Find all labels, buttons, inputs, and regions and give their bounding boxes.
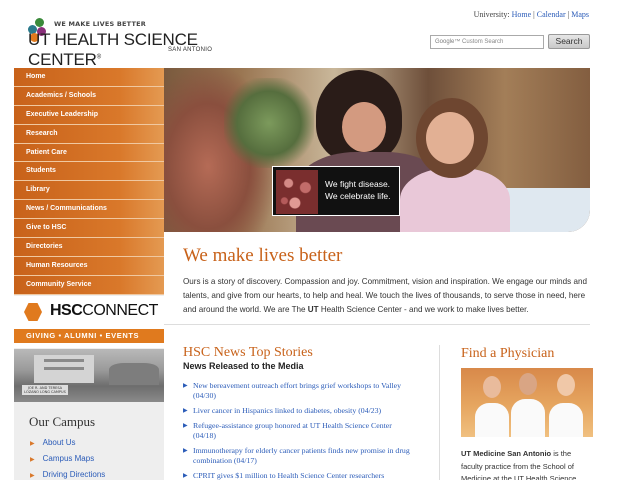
nav-item-home[interactable]: Home [14,68,164,87]
search-button[interactable]: Search [548,34,590,49]
news-item[interactable]: ▶ Liver cancer in Hispanics linked to dia… [183,406,413,416]
hsc-connect-banner[interactable]: HSCCONNECT GIVING • ALUMNI • EVENTS [14,296,164,348]
utility-label: University: [473,10,510,19]
nav-item-academics[interactable]: Academics / Schools [14,86,164,106]
news-subtitle: News Released to the Media [183,361,304,371]
news-item[interactable]: ▶ CPRIT gives $1 million to Health Scienc… [183,471,413,480]
hero-card-text: We fight disease. We celebrate life. [325,179,391,201]
campus-photo[interactable]: JOE R. AND TERESA LOZANO LONG CAMPUS [14,349,164,402]
nav-item-directories[interactable]: Directories [14,238,164,257]
nav-item-give[interactable]: Give to HSC [14,219,164,239]
utility-link-calendar[interactable]: Calendar [537,10,566,19]
physician-text: UT Medicine San Antonio is the faculty p… [461,449,577,480]
triangle-bullet-icon: ▶ [183,473,188,479]
logo-name: UT HEALTH SCIENCE CENTER® [28,30,198,69]
physicians-photo[interactable] [461,368,593,437]
hsc-connect-name: HSCCONNECT [50,302,158,319]
page: WE MAKE LIVES BETTER UT HEALTH SCIENCE C… [0,0,640,480]
logo-subtitle: SAN ANTONIO [168,47,213,53]
triangle-bullet-icon: ▶ [183,408,188,414]
hsc-connect-bar: GIVING • ALUMNI • EVENTS [14,329,164,343]
nav-item-library[interactable]: Library [14,181,164,201]
news-title: HSC News Top Stories [183,345,313,360]
nav-item-news[interactable]: News / Communications [14,200,164,220]
campus-title: Our Campus [29,414,96,429]
intro-paragraph: Ours is a story of discovery. Compassion… [183,277,587,314]
triangle-bullet-icon: ▶ [30,441,35,447]
campus-link-maps[interactable]: ▶ Campus Maps [30,454,105,470]
left-column: Home Academics / Schools Executive Leade… [14,68,164,480]
utility-link-home[interactable]: Home [512,10,532,19]
nav-item-research[interactable]: Research [14,124,164,144]
hero-image: We fight disease. We celebrate life. [164,68,590,232]
news-item[interactable]: ▶ Refugee-assistance group honored at UT … [183,421,413,441]
campus-links: ▶ About Us ▶ Campus Maps ▶ Driving Directio… [30,438,105,480]
nav-item-executive-leadership[interactable]: Executive Leadership [14,105,164,125]
campus-link-about[interactable]: ▶ About Us [30,438,105,454]
triangle-bullet-icon: ▶ [30,473,35,479]
triangle-bullet-icon: ▶ [30,457,35,463]
site-logo[interactable]: WE MAKE LIVES BETTER UT HEALTH SCIENCE C… [28,18,268,69]
search-input[interactable]: Google™ Custom Search [430,35,544,49]
nav-item-human-resources[interactable]: Human Resources [14,256,164,276]
news-list: ▶ New bereavement outreach effort brings … [183,381,413,480]
nav-item-students[interactable]: Students [14,162,164,182]
utility-link-maps[interactable]: Maps [571,10,589,19]
triangle-bullet-icon: ▶ [183,383,188,389]
nav-item-community-service[interactable]: Community Service [14,275,164,295]
main-nav: Home Academics / Schools Executive Leade… [14,68,164,295]
divider [164,324,590,325]
cells-image [276,170,318,214]
triangle-bullet-icon: ▶ [183,423,188,429]
triangle-bullet-icon: ▶ [183,448,188,454]
hero-card[interactable]: We fight disease. We celebrate life. [272,166,400,216]
search-placeholder: Custom Search [462,39,504,45]
nav-item-patient-care[interactable]: Patient Care [14,143,164,163]
physician-title: Find a Physician [461,346,555,361]
page-headline: We make lives better [183,245,343,266]
logo-tagline: WE MAKE LIVES BETTER [54,20,146,28]
campus-sign: JOE R. AND TERESA LOZANO LONG CAMPUS [22,385,68,395]
campus-link-directions[interactable]: ▶ Driving Directions [30,470,105,480]
hexagon-icon [24,303,42,321]
utility-links: University: Home | Calendar | Maps [473,10,589,19]
column-divider [439,345,440,480]
news-item[interactable]: ▶ New bereavement outreach effort brings … [183,381,413,401]
news-item[interactable]: ▶ Immunotherapy for elderly cancer patien… [183,446,413,466]
search-brand: Google [435,39,455,45]
